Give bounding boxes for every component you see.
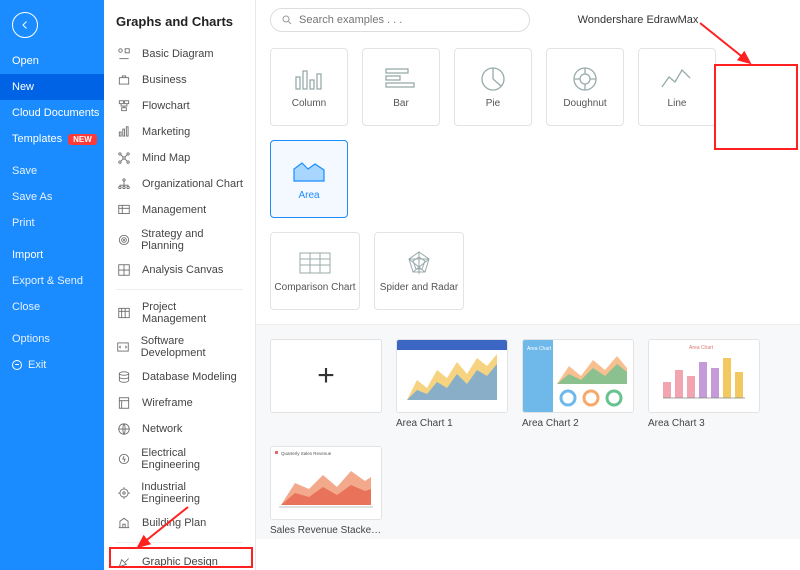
search-box[interactable] <box>270 8 530 32</box>
arrow-left-icon <box>19 19 31 31</box>
industrial-icon <box>116 485 131 501</box>
chart-type-row-1: Column Bar Pie Doughnut Line Area <box>270 48 786 218</box>
category-item-software-dev[interactable]: Software Development <box>104 330 255 364</box>
graphic-design-icon <box>116 554 132 570</box>
sidebar-item-options[interactable]: Options <box>0 326 104 352</box>
org-chart-icon <box>116 176 132 192</box>
management-icon <box>116 202 132 218</box>
plus-icon: + <box>317 359 335 393</box>
tile-pie[interactable]: Pie <box>454 48 532 126</box>
sidebar-item-print[interactable]: Print <box>0 210 104 236</box>
sidebar-item-import[interactable]: Import <box>0 242 104 268</box>
software-dev-icon <box>116 339 131 355</box>
basic-diagram-icon <box>116 46 132 62</box>
template-blank[interactable]: + <box>270 339 382 432</box>
template-row-1: + Area Chart 1 Area ChartArea Chart 2 Ar… <box>270 339 786 432</box>
tile-line[interactable]: Line <box>638 48 716 126</box>
analysis-icon <box>116 262 132 278</box>
app-root: Open New Cloud Documents TemplatesNEW Sa… <box>0 0 800 570</box>
sidebar-item-save-as[interactable]: Save As <box>0 184 104 210</box>
category-item-management[interactable]: Management <box>104 197 255 223</box>
search-icon <box>281 14 293 26</box>
category-header: Graphs and Charts <box>104 0 255 37</box>
spider-chart-icon <box>401 250 437 276</box>
category-item-mind-map[interactable]: Mind Map <box>104 145 255 171</box>
back-button[interactable] <box>12 12 38 38</box>
category-item-strategy[interactable]: Strategy and Planning <box>104 223 255 257</box>
sidebar-item-open[interactable]: Open <box>0 48 104 74</box>
database-icon <box>116 369 132 385</box>
line-chart-icon <box>659 66 695 92</box>
topbar: Wondershare EdrawMax <box>256 0 800 40</box>
tile-spider[interactable]: Spider and Radar <box>374 232 464 310</box>
doughnut-chart-icon <box>567 66 603 92</box>
category-item-electrical[interactable]: Electrical Engineering <box>104 442 255 476</box>
tile-bar[interactable]: Bar <box>362 48 440 126</box>
template-area-chart-2[interactable]: Area ChartArea Chart 2 <box>522 339 634 432</box>
building-icon <box>116 515 132 531</box>
marketing-icon <box>116 124 132 140</box>
sidebar-item-new[interactable]: New <box>0 74 104 100</box>
template-section: + Area Chart 1 Area ChartArea Chart 2 Ar… <box>256 324 800 539</box>
area-chart-icon <box>291 158 327 184</box>
area-chart-1-preview <box>397 340 507 412</box>
area-chart-3-preview: Area Chart <box>649 340 759 412</box>
category-item-building[interactable]: Building Plan <box>104 510 255 536</box>
category-item-business[interactable]: Business <box>104 67 255 93</box>
area-chart-2-preview: Area Chart <box>523 340 633 412</box>
category-item-marketing[interactable]: Marketing <box>104 119 255 145</box>
mind-map-icon <box>116 150 132 166</box>
category-item-org-chart[interactable]: Organizational Chart <box>104 171 255 197</box>
electrical-icon <box>116 451 131 467</box>
tile-doughnut[interactable]: Doughnut <box>546 48 624 126</box>
category-item-basic-diagram[interactable]: Basic Diagram <box>104 41 255 67</box>
sidebar-item-templates[interactable]: TemplatesNEW <box>0 126 104 152</box>
svg-text:Quarterly Sales Revenue: Quarterly Sales Revenue <box>281 451 332 456</box>
search-input[interactable] <box>299 14 519 26</box>
sidebar-item-exit[interactable]: Exit <box>0 352 104 378</box>
category-item-database[interactable]: Database Modeling <box>104 364 255 390</box>
category-item-graphic-design[interactable]: Graphic Design <box>104 549 255 570</box>
comparison-chart-icon <box>297 250 333 276</box>
category-item-industrial[interactable]: Industrial Engineering <box>104 476 255 510</box>
category-item-network[interactable]: Network <box>104 416 255 442</box>
category-item-analysis[interactable]: Analysis Canvas <box>104 257 255 283</box>
sidebar-item-save[interactable]: Save <box>0 158 104 184</box>
category-item-wireframe[interactable]: Wireframe <box>104 390 255 416</box>
template-row-2: Quarterly Sales RevenueSales Revenue Sta… <box>270 446 786 539</box>
svg-text:Area Chart: Area Chart <box>689 345 714 351</box>
strategy-icon <box>116 232 131 248</box>
stacked-area-preview: Quarterly Sales Revenue <box>271 447 381 519</box>
sidebar: Open New Cloud Documents TemplatesNEW Sa… <box>0 0 104 570</box>
template-area-chart-3[interactable]: Area ChartArea Chart 3 <box>648 339 760 432</box>
category-column: Graphs and Charts Basic Diagram Business… <box>104 0 256 570</box>
tile-comparison[interactable]: Comparison Chart <box>270 232 360 310</box>
wireframe-icon <box>116 395 132 411</box>
tile-area[interactable]: Area <box>270 140 348 218</box>
sidebar-item-cloud-documents[interactable]: Cloud Documents <box>0 100 104 126</box>
category-item-project-mgmt[interactable]: Project Management <box>104 296 255 330</box>
network-icon <box>116 421 132 437</box>
svg-text:Area Chart: Area Chart <box>527 346 552 352</box>
main-panel: Wondershare EdrawMax Column Bar Pie Doug… <box>256 0 800 570</box>
tiles-area: Column Bar Pie Doughnut Line Area Compar… <box>256 40 800 555</box>
tile-column[interactable]: Column <box>270 48 348 126</box>
brand-title: Wondershare EdrawMax <box>544 14 732 26</box>
template-stacked-area[interactable]: Quarterly Sales RevenueSales Revenue Sta… <box>270 446 382 539</box>
bar-chart-icon <box>383 66 419 92</box>
project-mgmt-icon <box>116 305 132 321</box>
exit-icon <box>12 360 22 370</box>
chart-type-row-2: Comparison Chart Spider and Radar <box>270 232 786 310</box>
sidebar-item-close[interactable]: Close <box>0 294 104 320</box>
template-area-chart-1[interactable]: Area Chart 1 <box>396 339 508 432</box>
column-chart-icon <box>291 66 327 92</box>
category-item-flowchart[interactable]: Flowchart <box>104 93 255 119</box>
category-scroll[interactable]: Basic Diagram Business Flowchart Marketi… <box>104 37 255 570</box>
sidebar-item-export-send[interactable]: Export & Send <box>0 268 104 294</box>
pie-chart-icon <box>475 66 511 92</box>
business-icon <box>116 72 132 88</box>
flowchart-icon <box>116 98 132 114</box>
